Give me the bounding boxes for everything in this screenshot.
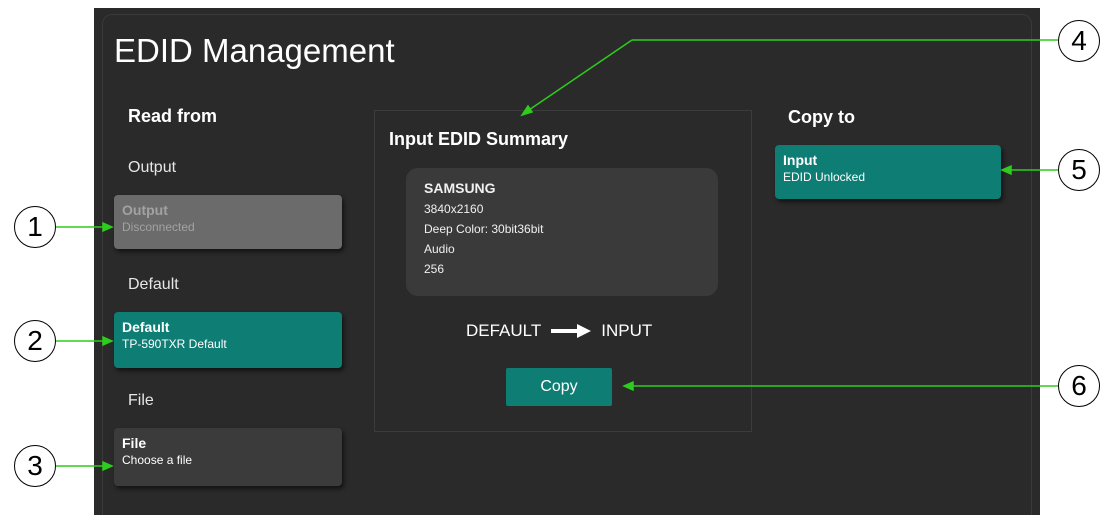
callout-3-arrowhead (102, 460, 114, 472)
callout-arrows (56, 39, 1058, 472)
callout-5-arrowhead (1000, 164, 1012, 176)
callout-4: 4 (1058, 20, 1100, 62)
callout-2: 2 (14, 320, 56, 362)
callout-1: 1 (14, 206, 56, 248)
callout-4-arrow-d (525, 39, 633, 113)
callout-2-arrowhead (102, 335, 114, 347)
callout-1-arrowhead (102, 221, 114, 233)
callout-6-arrowhead (622, 380, 634, 392)
callout-6: 6 (1058, 365, 1100, 407)
callout-3: 3 (14, 445, 56, 487)
callout-5: 5 (1058, 149, 1100, 191)
callout-4-arrowhead (520, 104, 534, 117)
